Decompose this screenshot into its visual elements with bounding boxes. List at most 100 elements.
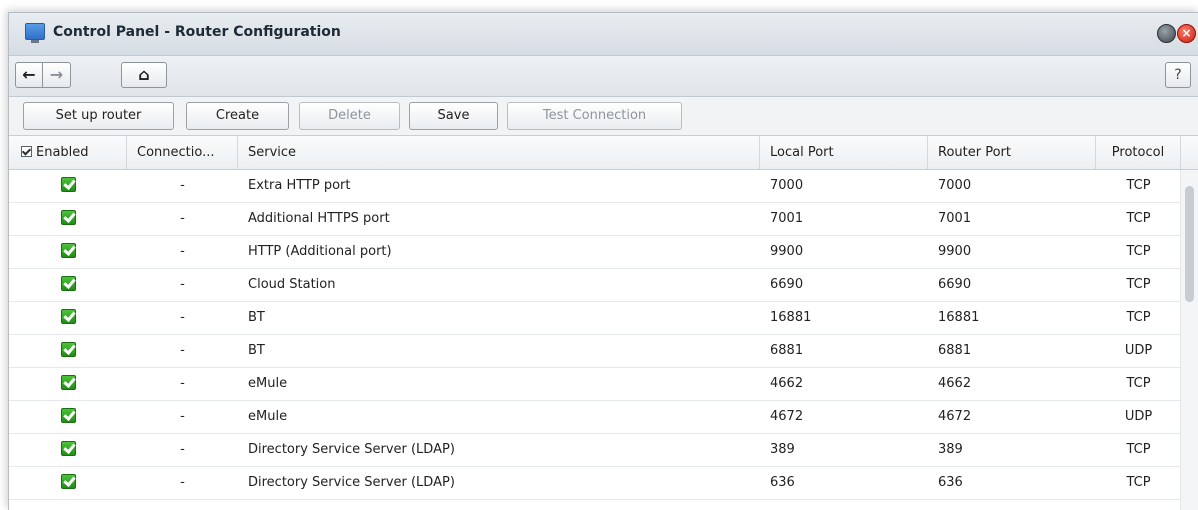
create-button[interactable]: Create <box>186 102 289 130</box>
enabled-checkbox[interactable] <box>60 342 76 357</box>
router-port-cell: 9900 <box>938 244 972 259</box>
table-row[interactable]: - BT 16881 16881 TCP <box>9 302 1181 335</box>
protocol-cell: TCP <box>1126 475 1151 490</box>
navigation-bar: ← → ⌂ ? <box>9 56 1198 97</box>
enabled-cell <box>9 401 127 433</box>
local-port-cell: 389 <box>770 442 795 457</box>
router-port-cell: 636 <box>938 475 963 490</box>
connection-cell: - <box>180 178 185 193</box>
service-cell: HTTP (Additional port) <box>248 244 392 259</box>
table-row[interactable]: - Extra HTTP port 7000 7000 TCP <box>9 170 1181 203</box>
minimize-button[interactable] <box>1157 24 1176 43</box>
column-header-connection[interactable]: Connectio... <box>127 136 238 169</box>
local-port-cell: 16881 <box>770 310 812 325</box>
table-row[interactable]: - eMule 4662 4662 TCP <box>9 368 1181 401</box>
connection-cell: - <box>180 343 185 358</box>
table-row[interactable]: - eMule 4672 4672 UDP <box>9 401 1181 434</box>
connection-cell: - <box>180 442 185 457</box>
vertical-scrollbar[interactable] <box>1180 170 1198 510</box>
enabled-header-label: Enabled <box>36 145 89 160</box>
protocol-cell: TCP <box>1126 376 1151 391</box>
window-title: Control Panel - Router Configuration <box>53 24 341 40</box>
connection-cell: - <box>180 376 185 391</box>
router-port-cell: 6881 <box>938 343 972 358</box>
service-cell: Cloud Station <box>248 277 336 292</box>
protocol-cell: TCP <box>1126 277 1151 292</box>
router-port-cell: 16881 <box>938 310 980 325</box>
enabled-checkbox[interactable] <box>60 243 76 258</box>
router-configuration-window: Control Panel - Router Configuration × ←… <box>8 12 1198 510</box>
table-row[interactable]: - Cloud Station 6690 6690 TCP <box>9 269 1181 302</box>
local-port-cell: 9900 <box>770 244 804 259</box>
forward-button[interactable]: → <box>43 62 71 88</box>
close-button[interactable]: × <box>1177 24 1196 43</box>
back-button[interactable]: ← <box>15 62 43 88</box>
table-row[interactable]: - BT 6881 6881 UDP <box>9 335 1181 368</box>
router-port-cell: 6690 <box>938 277 972 292</box>
table-row[interactable]: - Additional HTTPS port 7001 7001 TCP <box>9 203 1181 236</box>
select-all-checkbox[interactable] <box>21 146 32 157</box>
protocol-cell: TCP <box>1126 211 1151 226</box>
service-cell: Directory Service Server (LDAP) <box>248 442 455 457</box>
table-header: Enabled Connectio... Service Local Port … <box>9 136 1198 170</box>
enabled-cell <box>9 434 127 466</box>
protocol-cell: TCP <box>1126 310 1151 325</box>
enabled-checkbox[interactable] <box>60 210 76 225</box>
set-up-router-button[interactable]: Set up router <box>23 102 174 130</box>
delete-button[interactable]: Delete <box>299 102 400 130</box>
enabled-checkbox[interactable] <box>60 474 76 489</box>
service-cell: Directory Service Server (LDAP) <box>248 475 455 490</box>
control-panel-icon <box>25 23 45 43</box>
enabled-cell <box>9 170 127 202</box>
column-header-enabled[interactable]: Enabled <box>9 136 127 169</box>
router-port-cell: 4662 <box>938 376 972 391</box>
connection-cell: - <box>180 475 185 490</box>
test-connection-button[interactable]: Test Connection <box>507 102 682 130</box>
column-header-router-port[interactable]: Router Port <box>928 136 1096 169</box>
column-header-service[interactable]: Service <box>238 136 760 169</box>
enabled-cell <box>9 269 127 301</box>
enabled-cell <box>9 335 127 367</box>
protocol-cell: UDP <box>1124 409 1153 424</box>
router-port-cell: 7001 <box>938 211 972 226</box>
enabled-cell <box>9 302 127 334</box>
port-forwarding-table: - Extra HTTP port 7000 7000 TCP - Additional H… <box>9 170 1181 510</box>
enabled-checkbox[interactable] <box>60 408 76 423</box>
home-button[interactable]: ⌂ <box>121 62 167 88</box>
protocol-cell: UDP <box>1124 343 1153 358</box>
title-bar: Control Panel - Router Configuration × <box>9 13 1198 56</box>
table-row[interactable]: - Directory Service Server (LDAP) 389 389 TC… <box>9 434 1181 467</box>
local-port-cell: 636 <box>770 475 795 490</box>
save-button[interactable]: Save <box>409 102 498 130</box>
enabled-checkbox[interactable] <box>60 441 76 456</box>
enabled-checkbox[interactable] <box>60 177 76 192</box>
table-row[interactable]: - HTTP (Additional port) 9900 9900 TCP <box>9 236 1181 269</box>
service-cell: Additional HTTPS port <box>248 211 390 226</box>
service-cell: eMule <box>248 409 288 424</box>
local-port-cell: 7000 <box>770 178 804 193</box>
enabled-cell <box>9 368 127 400</box>
enabled-checkbox[interactable] <box>60 375 76 390</box>
local-port-cell: 6881 <box>770 343 804 358</box>
connection-cell: - <box>180 409 185 424</box>
column-header-protocol[interactable]: Protocol <box>1096 136 1181 169</box>
enabled-cell <box>9 467 127 499</box>
router-port-cell: 7000 <box>938 178 972 193</box>
enabled-cell <box>9 203 127 235</box>
protocol-cell: TCP <box>1126 178 1151 193</box>
scrollbar-thumb[interactable] <box>1185 186 1194 302</box>
enabled-cell <box>9 236 127 268</box>
table-row[interactable]: - Directory Service Server (LDAP) 636 636 TC… <box>9 467 1181 500</box>
local-port-cell: 7001 <box>770 211 804 226</box>
help-button[interactable]: ? <box>1165 62 1191 88</box>
enabled-checkbox[interactable] <box>60 309 76 324</box>
service-cell: BT <box>248 343 265 358</box>
toolbar: Set up router Create Delete Save Test Co… <box>9 97 1198 136</box>
column-header-local-port[interactable]: Local Port <box>760 136 928 169</box>
service-cell: Extra HTTP port <box>248 178 351 193</box>
local-port-cell: 4672 <box>770 409 804 424</box>
connection-cell: - <box>180 244 185 259</box>
service-cell: eMule <box>248 376 288 391</box>
router-port-cell: 4672 <box>938 409 972 424</box>
enabled-checkbox[interactable] <box>60 276 76 291</box>
